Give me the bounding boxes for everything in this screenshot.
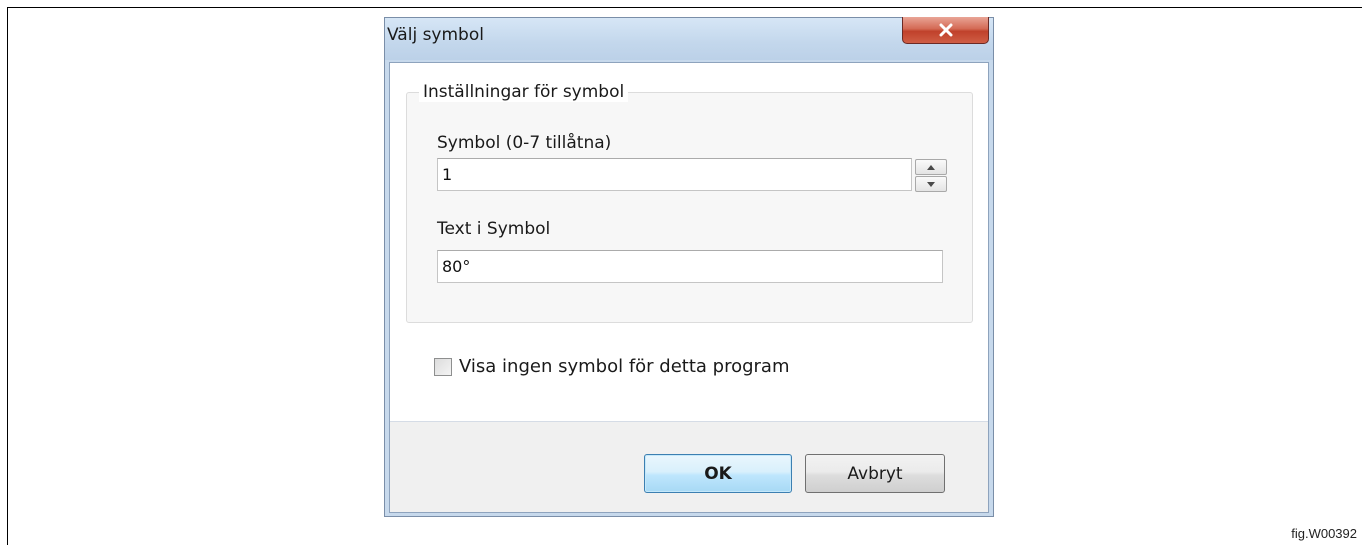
symbol-settings-group: Symbol (0-7 tillåtna) 1 Text i Symbol 80… bbox=[406, 92, 973, 323]
hide-symbol-option[interactable]: Visa ingen symbol för detta program bbox=[434, 356, 790, 377]
dialog-client-area: Symbol (0-7 tillåtna) 1 Text i Symbol 80… bbox=[389, 62, 989, 513]
symbol-field-label: Symbol (0-7 tillåtna) bbox=[437, 133, 612, 153]
spin-up-arrow-icon bbox=[927, 164, 935, 170]
hide-symbol-checkbox[interactable] bbox=[434, 357, 452, 376]
dialog-title: Välj symbol bbox=[387, 25, 484, 45]
symbol-spinner bbox=[915, 159, 947, 192]
symbol-text-input[interactable]: 80° bbox=[437, 250, 943, 283]
select-symbol-dialog: Välj symbol Symbol (0-7 tillåtna) 1 Text… bbox=[384, 17, 994, 517]
spin-up-button[interactable] bbox=[915, 159, 947, 175]
symbol-number-input[interactable]: 1 bbox=[437, 158, 912, 191]
hide-symbol-label: Visa ingen symbol för detta program bbox=[459, 356, 790, 377]
figure-label: fig.W00392 bbox=[1291, 526, 1357, 541]
text-field-label: Text i Symbol bbox=[437, 219, 551, 239]
spin-down-arrow-icon bbox=[927, 181, 935, 187]
close-button[interactable] bbox=[902, 17, 989, 44]
group-legend: Inställningar för symbol bbox=[419, 82, 629, 102]
ok-button[interactable]: OK bbox=[644, 454, 792, 493]
spin-down-button[interactable] bbox=[915, 176, 947, 192]
cancel-button[interactable]: Avbryt bbox=[805, 454, 945, 493]
close-x-icon bbox=[939, 23, 952, 37]
title-bar[interactable]: Välj symbol bbox=[385, 17, 993, 60]
dialog-footer: OK Avbryt bbox=[390, 421, 988, 512]
